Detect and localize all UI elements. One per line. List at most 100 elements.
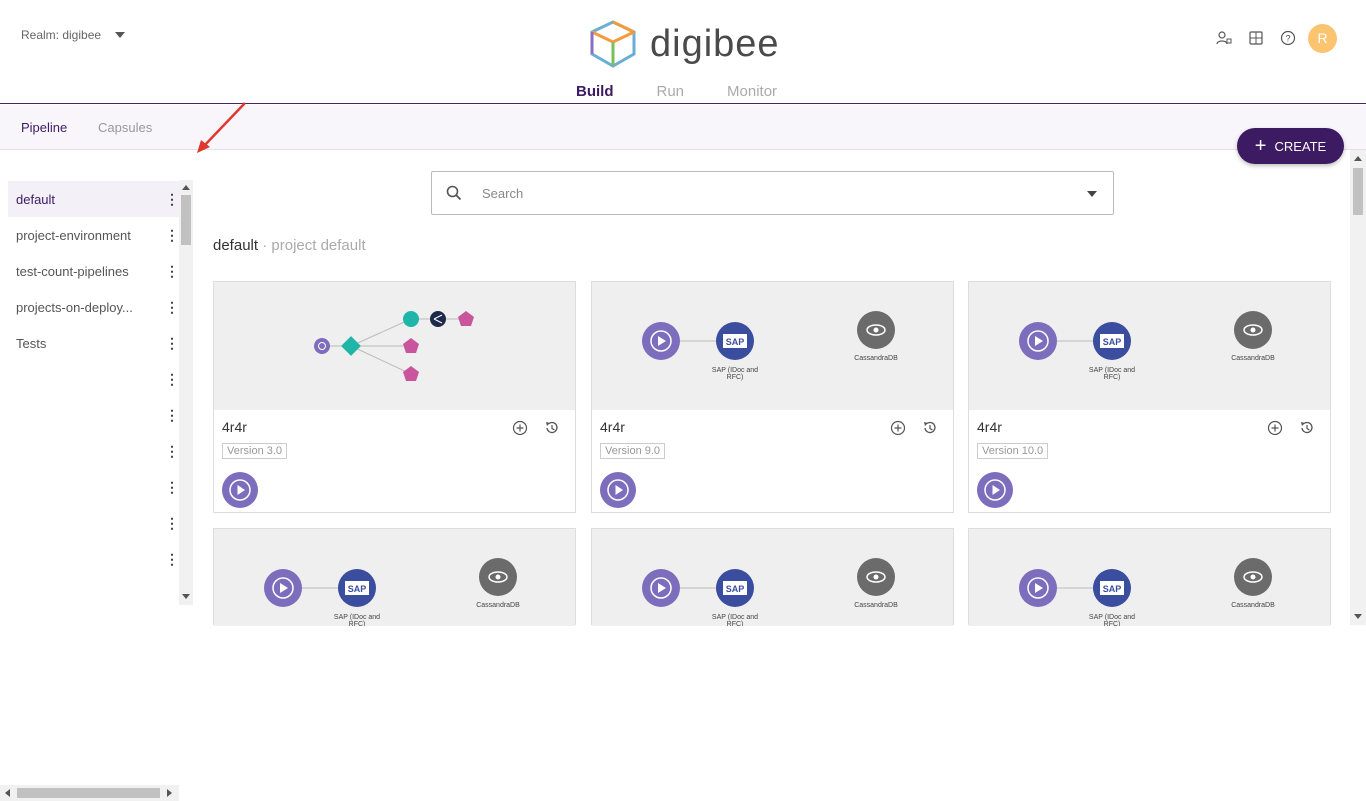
more-vert-icon[interactable]: ⋮ xyxy=(165,264,179,278)
choice-node-icon xyxy=(341,336,361,356)
scrollbar-thumb[interactable] xyxy=(17,788,160,798)
scroll-up-icon[interactable] xyxy=(1354,155,1362,161)
more-vert-icon[interactable]: ⋮ xyxy=(165,372,179,386)
pipeline-card[interactable]: SAP SAP (IDoc and RFC) CassandraDB xyxy=(968,528,1331,628)
pipeline-card[interactable]: 4r4r Version 3.0 xyxy=(213,281,576,513)
avatar[interactable]: R xyxy=(1308,23,1337,53)
more-vert-icon[interactable]: ⋮ xyxy=(165,480,179,494)
nav-monitor[interactable]: Monitor xyxy=(727,83,777,100)
run-button[interactable] xyxy=(600,472,636,508)
sap-diagram: SAP SAP (IDoc and RFC) CassandraDB xyxy=(264,558,520,628)
sidebar-vertical-scrollbar[interactable] xyxy=(179,180,193,605)
sap-label-line2: RFC) xyxy=(349,621,366,626)
calculator-icon[interactable] xyxy=(1240,22,1272,54)
digibee-logo: digibee xyxy=(588,20,780,68)
pipeline-diagram: SAP SAP (IDoc and RFC) CassandraDB xyxy=(592,529,953,628)
scroll-down-icon[interactable] xyxy=(182,594,190,600)
sap-logo-text: SAP xyxy=(1103,337,1122,347)
create-label: CREATE xyxy=(1274,138,1327,154)
nav-build[interactable]: Build xyxy=(576,83,614,100)
scrollbar-thumb[interactable] xyxy=(181,195,191,245)
sap-label-line1: SAP (IDoc and xyxy=(712,367,758,374)
add-circle-icon[interactable] xyxy=(1267,420,1283,436)
project-item[interactable]: projects-on-deploy... ⋮ xyxy=(8,289,179,325)
realm-selector[interactable]: Realm: digibee xyxy=(21,28,126,42)
project-name: test-count-pipelines xyxy=(16,263,129,279)
project-item[interactable]: Tests ⋮ xyxy=(8,325,179,361)
cassandra-label: CassandraDB xyxy=(854,355,898,362)
project-name: projects-on-deploy... xyxy=(16,299,133,315)
history-icon[interactable] xyxy=(922,420,938,436)
pipeline-diagram: SAP SAP (IDoc and RFC) CassandraDB xyxy=(592,282,953,410)
project-item[interactable]: test-count-pipelines ⋮ xyxy=(8,253,179,289)
sap-diagram: SAP SAP (IDoc and RFC) CassandraDB xyxy=(1019,558,1275,628)
sap-diagram: SAP SAP (IDoc and RFC) CassandraDB xyxy=(642,311,898,381)
search-input[interactable] xyxy=(482,185,1062,201)
scroll-right-icon[interactable] xyxy=(167,789,173,797)
project-item[interactable]: ⋮ xyxy=(8,433,179,469)
pipeline-card[interactable]: SAP SAP (IDoc and RFC) CassandraDB xyxy=(213,528,576,628)
create-button[interactable]: + CREATE xyxy=(1237,128,1344,164)
tab-pipeline[interactable]: Pipeline xyxy=(21,120,67,135)
more-vert-icon[interactable]: ⋮ xyxy=(165,516,179,530)
cassandra-label: CassandraDB xyxy=(476,602,520,609)
chevron-down-icon[interactable] xyxy=(1087,191,1097,197)
project-item[interactable]: default ⋮ xyxy=(8,181,179,217)
more-vert-icon[interactable]: ⋮ xyxy=(165,192,179,206)
app-header: Realm: digibee digibee Build Run Monitor… xyxy=(0,0,1366,104)
cassandra-label: CassandraDB xyxy=(854,602,898,609)
project-name: default xyxy=(16,191,56,207)
pipeline-card[interactable]: SAP SAP (IDoc and RFC) CassandraDB xyxy=(591,528,954,628)
pipeline-name: 4r4r xyxy=(222,419,247,435)
more-vert-icon[interactable]: ⋮ xyxy=(165,408,179,422)
version-badge: Version 3.0 xyxy=(222,443,288,459)
history-icon[interactable] xyxy=(544,420,560,436)
project-item[interactable]: ⋮ xyxy=(8,505,179,541)
scroll-left-icon[interactable] xyxy=(4,789,10,797)
pipeline-diagram xyxy=(214,282,575,410)
scrollbar-thumb[interactable] xyxy=(1353,168,1363,215)
main-nav: Build Run Monitor xyxy=(576,83,777,100)
more-vert-icon[interactable]: ⋮ xyxy=(165,228,179,242)
scroll-down-icon[interactable] xyxy=(1354,614,1362,620)
red-arrow-annotation xyxy=(197,102,246,153)
project-item[interactable]: ⋮ xyxy=(8,469,179,505)
pipeline-card[interactable]: SAP SAP (IDoc and RFC) CassandraDB 4r4r … xyxy=(591,281,954,513)
share-node-icon xyxy=(430,311,446,327)
project-name: Tests xyxy=(16,335,47,351)
tab-capsules[interactable]: Capsules xyxy=(98,120,152,135)
add-circle-icon[interactable] xyxy=(512,420,528,436)
scroll-up-icon[interactable] xyxy=(182,184,190,190)
sap-label-line2: RFC) xyxy=(727,621,744,626)
project-sidebar: default ⋮ project-environment ⋮ test-count… xyxy=(0,180,194,801)
run-button[interactable] xyxy=(222,472,258,508)
sap-label-line1: SAP (IDoc and xyxy=(1089,614,1135,621)
project-item[interactable]: ⋮ xyxy=(8,361,179,397)
history-icon[interactable] xyxy=(1299,420,1315,436)
more-vert-icon[interactable]: ⋮ xyxy=(165,336,179,350)
more-vert-icon[interactable]: ⋮ xyxy=(165,444,179,458)
sap-diagram: SAP SAP (IDoc and RFC) CassandraDB xyxy=(1019,311,1275,381)
main-vertical-scrollbar[interactable] xyxy=(1350,150,1366,625)
more-vert-icon[interactable]: ⋮ xyxy=(165,552,179,566)
nav-run[interactable]: Run xyxy=(657,83,685,100)
project-item[interactable]: project-environment ⋮ xyxy=(8,217,179,253)
add-circle-icon[interactable] xyxy=(890,420,906,436)
pipeline-card[interactable]: SAP SAP (IDoc and RFC) CassandraDB 4r4r … xyxy=(968,281,1331,513)
project-item[interactable]: ⋮ xyxy=(8,541,179,577)
project-subtitle: project default xyxy=(271,237,366,254)
sidebar-horizontal-scrollbar[interactable] xyxy=(0,785,179,801)
title-separator: · xyxy=(258,237,272,254)
project-item[interactable]: ⋮ xyxy=(8,397,179,433)
pink-node-icon xyxy=(458,311,474,326)
more-vert-icon[interactable]: ⋮ xyxy=(165,300,179,314)
header-actions: ? R xyxy=(1208,22,1337,54)
project-list: default ⋮ project-environment ⋮ test-count… xyxy=(8,181,179,577)
user-lock-icon[interactable] xyxy=(1208,22,1240,54)
run-button[interactable] xyxy=(977,472,1013,508)
flow-diagram xyxy=(314,311,474,381)
sap-logo-text: SAP xyxy=(1103,584,1122,594)
project-title: default xyxy=(213,237,259,254)
help-icon[interactable]: ? xyxy=(1272,22,1304,54)
pipeline-name: 4r4r xyxy=(977,419,1002,435)
